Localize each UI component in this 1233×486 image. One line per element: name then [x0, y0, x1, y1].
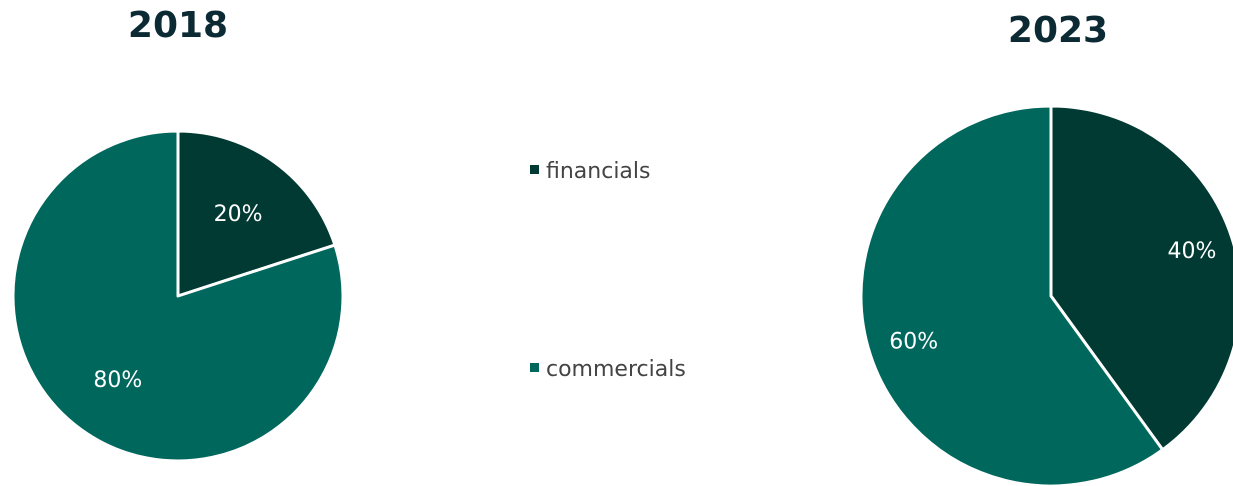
legend: financials commercials	[530, 159, 686, 382]
legend-swatch-commercials	[530, 363, 539, 372]
data-label-commercials: 60%	[889, 330, 938, 355]
legend-swatch-financials	[530, 165, 539, 174]
chart-title-2018: 2018	[128, 5, 228, 46]
chart-title-2023: 2023	[1008, 10, 1108, 51]
chart-2018: 2018 20% 80%	[11, 5, 345, 463]
data-label-financials: 20%	[214, 202, 263, 227]
pie-2018: 20% 80%	[11, 129, 345, 463]
legend-label-financials: financials	[546, 159, 651, 184]
data-label-financials: 40%	[1167, 239, 1216, 264]
legend-item-financials: financials	[530, 159, 651, 184]
legend-item-commercials: commercials	[530, 357, 686, 382]
chart-2023: 2023 40% 60%	[859, 10, 1233, 486]
pie-charts-figure: 2018 20% 80% 2023 40% 60% financials comme…	[11, 5, 1233, 486]
data-label-commercials: 80%	[93, 368, 142, 393]
legend-label-commercials: commercials	[546, 357, 686, 382]
pie-2023: 40% 60%	[859, 104, 1233, 486]
